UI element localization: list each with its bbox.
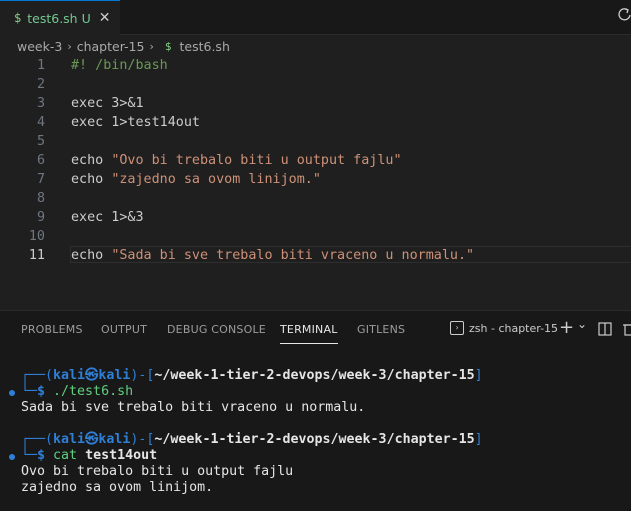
code-editor[interactable]: 1 #! /bin/bash 2 3 exec 3>&1 4 exec 1>te…: [0, 56, 631, 306]
tab-output[interactable]: OUTPUT: [101, 323, 147, 336]
line-number: 3: [36, 96, 45, 111]
shell-file-icon: $: [164, 39, 172, 53]
code-line: 1 #! /bin/bash: [0, 56, 631, 75]
prompt-path: ~/week-1-tier-2-devops/week-3/chapter-15: [154, 432, 475, 447]
panel-tabs: PROBLEMS OUTPUT DEBUG CONSOLE TERMINAL G…: [0, 311, 631, 349]
prompt-decoration: └─: [21, 448, 38, 463]
line-number: 1: [36, 58, 45, 73]
command-status-dot[interactable]: [9, 390, 15, 396]
terminal-selector[interactable]: › zsh - chapter-15: [450, 321, 558, 335]
chevron-right-icon: ›: [149, 39, 154, 53]
terminal-output-line: zajedno sa ovom linijom.: [21, 480, 214, 495]
line-number: 8: [36, 191, 45, 206]
line-number: 10: [28, 229, 45, 244]
trash-icon[interactable]: [623, 322, 631, 340]
terminal-prompt-line: ┌──(kali㉿kali)-[~/week-1-tier-2-devops/w…: [21, 368, 483, 384]
breadcrumb-file[interactable]: test6.sh: [180, 39, 230, 54]
code-text: echo "Ovo bi trebalo biti u output fajlu…: [71, 151, 402, 170]
code-keyword: echo: [71, 248, 112, 263]
command-arg: test14out: [85, 448, 158, 463]
code-text: #! /bin/bash: [71, 58, 168, 73]
code-string: "Ovo bi trebalo biti u output fajlu": [111, 153, 402, 168]
line-number: 6: [36, 153, 45, 168]
terminal-command-line: └─$ cat test14out: [21, 448, 157, 464]
prompt-symbol: $: [37, 384, 54, 399]
breadcrumb: week-3 › chapter-15 › $ test6.sh: [0, 35, 631, 57]
code-string: "Sada bi sve trebalo biti vraceno u norm…: [111, 248, 475, 263]
line-number: 2: [36, 77, 45, 92]
code-text: exec 3>&1: [71, 96, 144, 111]
code-line: 3 exec 3>&1: [0, 94, 631, 113]
code-keyword: echo: [71, 153, 112, 168]
tab-filename: test6.sh: [27, 10, 78, 26]
tab-test6[interactable]: $ test6.sh U ✕: [0, 0, 120, 35]
prompt-symbol: $: [37, 448, 54, 463]
prompt-decoration: ┌──(: [21, 368, 54, 383]
breadcrumb-chapter-15[interactable]: chapter-15: [77, 39, 145, 54]
command-text: ./test6.sh: [53, 384, 134, 399]
code-line: 9 exec 1>&3: [0, 208, 631, 227]
revert-icon[interactable]: [617, 7, 631, 25]
code-line: 4 exec 1>test14out: [0, 113, 631, 132]
tab-terminal[interactable]: TERMINAL: [280, 323, 338, 344]
prompt-path: ~/week-1-tier-2-devops/week-3/chapter-15: [154, 368, 475, 383]
prompt-user: kali㉿kali: [53, 368, 131, 383]
tab-gitlens[interactable]: GITLENS: [357, 323, 405, 336]
line-number: 7: [36, 172, 45, 187]
prompt-user: kali㉿kali: [53, 432, 131, 447]
terminal-output-line: Ovo bi trebalo biti u output fajlu: [21, 464, 294, 479]
terminal-command-line: └─$ ./test6.sh: [21, 384, 133, 400]
code-string: "zajedno sa ovom linijom.": [111, 172, 321, 187]
line-number: 5: [36, 134, 45, 149]
prompt-decoration: ]: [474, 368, 483, 383]
tab-bar: $ test6.sh U ✕: [0, 0, 631, 35]
command-status-dot[interactable]: [9, 454, 15, 460]
terminal-name: zsh - chapter-15: [469, 321, 559, 335]
code-keyword: echo: [71, 172, 112, 187]
code-line: 6 echo "Ovo bi trebalo biti u output faj…: [0, 151, 631, 170]
terminal-output-line: Sada bi sve trebalo biti vraceno u norma…: [21, 400, 366, 415]
prompt-decoration: ┌──(: [21, 432, 54, 447]
code-text: exec 1>&3: [71, 210, 144, 225]
terminal-prompt-line: ┌──(kali㉿kali)-[~/week-1-tier-2-devops/w…: [21, 432, 483, 448]
plus-icon[interactable]: +: [559, 317, 574, 338]
untracked-badge: U: [81, 10, 91, 26]
prompt-decoration: )-[: [130, 368, 155, 383]
line-number: 4: [36, 115, 45, 130]
chevron-right-icon: ›: [67, 39, 72, 53]
bottom-panel: PROBLEMS OUTPUT DEBUG CONSOLE TERMINAL G…: [0, 310, 631, 511]
terminal-icon: ›: [450, 321, 464, 335]
prompt-decoration: )-[: [130, 432, 155, 447]
tab-debug-console[interactable]: DEBUG CONSOLE: [167, 323, 266, 336]
command-text: cat: [53, 448, 86, 463]
line-number: 9: [36, 210, 45, 225]
tab-problems[interactable]: PROBLEMS: [21, 323, 83, 336]
split-terminal-icon[interactable]: [598, 322, 612, 340]
code-line: 7 echo "zajedno sa ovom linijom.": [0, 170, 631, 189]
code-line: 8: [0, 189, 631, 208]
code-line-active: 11 echo "Sada bi sve trebalo biti vracen…: [0, 246, 631, 265]
shell-file-icon: $: [14, 11, 22, 25]
code-text: echo "zajedno sa ovom linijom.": [71, 170, 321, 189]
code-line: 10: [0, 227, 631, 246]
code-line: 5: [0, 132, 631, 151]
code-line: 2: [0, 75, 631, 94]
chevron-down-icon[interactable]: ⌄: [577, 317, 587, 331]
line-number: 11: [28, 248, 45, 263]
code-text: exec 1>test14out: [71, 115, 200, 130]
prompt-decoration: └─: [21, 384, 38, 399]
prompt-decoration: ]: [474, 432, 483, 447]
breadcrumb-week-3[interactable]: week-3: [17, 39, 62, 54]
code-text: echo "Sada bi sve trebalo biti vraceno u…: [71, 246, 474, 265]
close-icon[interactable]: ✕: [99, 10, 111, 26]
